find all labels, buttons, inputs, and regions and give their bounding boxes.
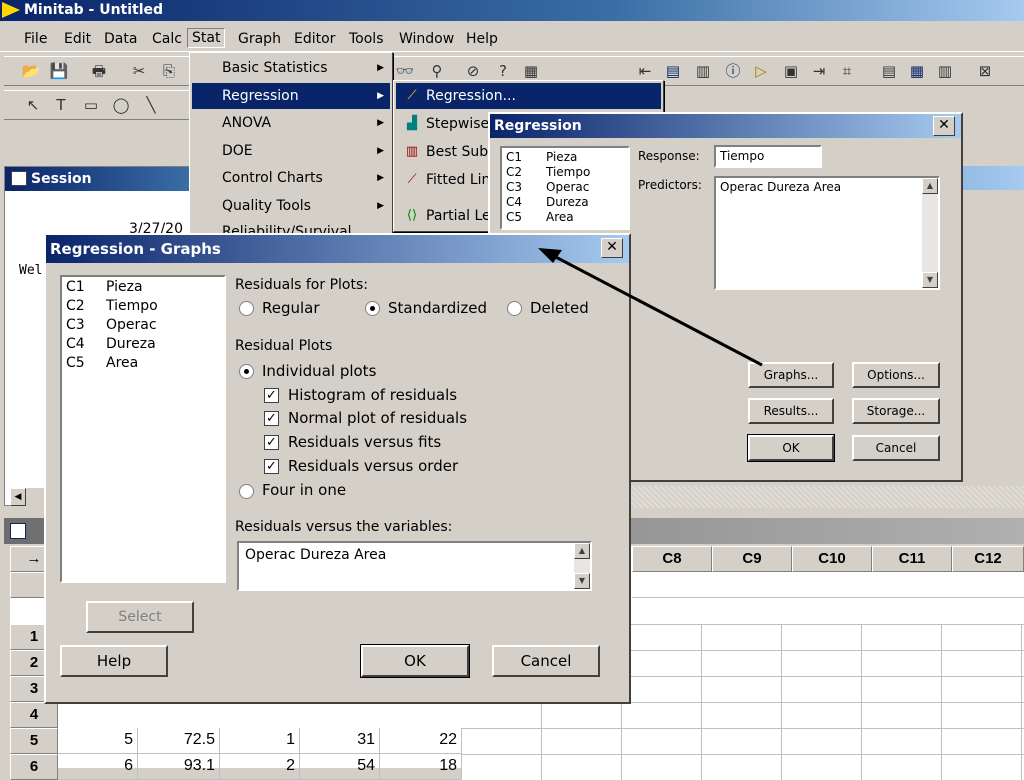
arrow-head (538, 248, 562, 263)
annotation-arrow (538, 248, 763, 367)
arrow-line (549, 252, 763, 367)
